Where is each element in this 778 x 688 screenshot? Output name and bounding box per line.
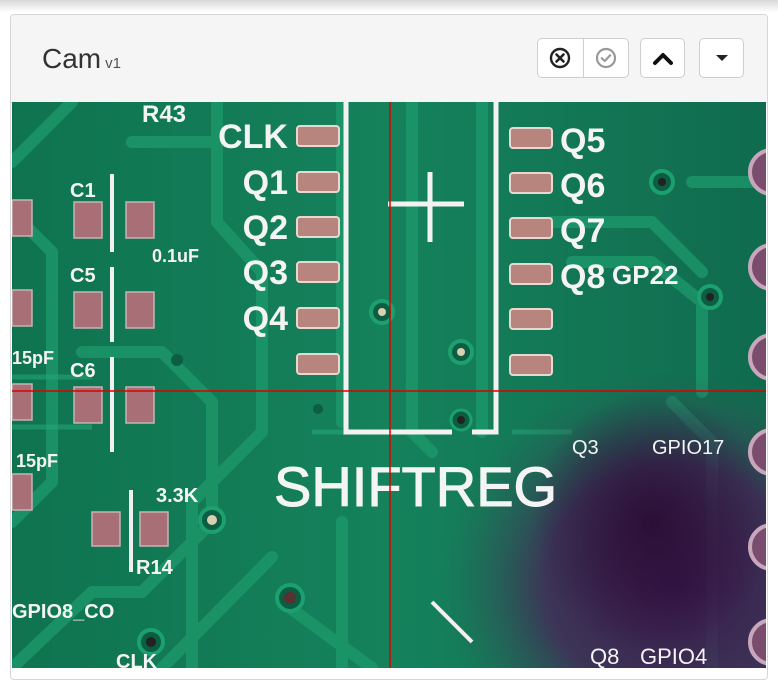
cancel-button[interactable] [538, 39, 584, 77]
silk-q4: Q4 [243, 300, 288, 338]
silk-cap3: 15pF [16, 451, 58, 471]
confirm-button[interactable] [584, 39, 629, 77]
silk-gpio17: GPIO17 [652, 437, 724, 459]
silk-c6: C6 [70, 360, 96, 382]
silk-c1: C1 [70, 180, 96, 202]
cam-panel: Cam v1 CLK Q1 Q2 Q3 Q4 Q5 Q6 Q7 Q8 GP22 … [10, 14, 768, 680]
silk-q1: Q1 [243, 164, 288, 202]
camera-image: CLK Q1 Q2 Q3 Q4 Q5 Q6 Q7 Q8 GP22 SHIFTRE… [12, 102, 766, 668]
silk-gpio8: GPIO8_CO [12, 601, 114, 623]
camera-feed[interactable]: CLK Q1 Q2 Q3 Q4 Q5 Q6 Q7 Q8 GP22 SHIFTRE… [12, 102, 766, 668]
silk-q2: Q2 [243, 209, 288, 247]
silk-q6: Q6 [560, 167, 605, 205]
silk-q8: Q8 [560, 258, 605, 296]
silk-cap2: 15pF [12, 348, 54, 368]
silk-cap1: 0.1uF [152, 246, 199, 266]
chevron-up-icon [652, 53, 673, 65]
panel-version: v1 [105, 55, 121, 72]
dropdown-button[interactable] [699, 38, 744, 78]
silk-c5: C5 [70, 265, 96, 287]
silk-gpio4: GPIO4 [640, 644, 707, 668]
silk-q3: Q3 [243, 254, 288, 292]
silk-q8c: Q8 [590, 644, 619, 668]
move-up-button[interactable] [640, 38, 685, 78]
check-circle-icon [595, 47, 616, 69]
silk-r14: R14 [136, 557, 174, 579]
silk-q7: Q7 [560, 212, 605, 250]
silk-r43: R43 [142, 102, 186, 128]
panel-title-text: Cam [42, 43, 102, 74]
panel-header: Cam v1 [11, 15, 767, 103]
state-button-group [537, 38, 629, 78]
panel-title: Cam v1 [42, 43, 121, 75]
caret-down-icon [715, 55, 728, 61]
window-top-shadow [0, 0, 778, 12]
silk-res: 3.3K [156, 485, 199, 507]
cancel-circle-icon [550, 47, 571, 69]
silk-gp22: GP22 [612, 260, 679, 290]
silk-chip-name: SHIFTREG [274, 455, 557, 518]
silk-clkb: CLK [116, 651, 158, 668]
silk-q3b: Q3 [572, 437, 599, 459]
silk-q5: Q5 [560, 122, 605, 160]
silk-clk: CLK [218, 118, 288, 156]
